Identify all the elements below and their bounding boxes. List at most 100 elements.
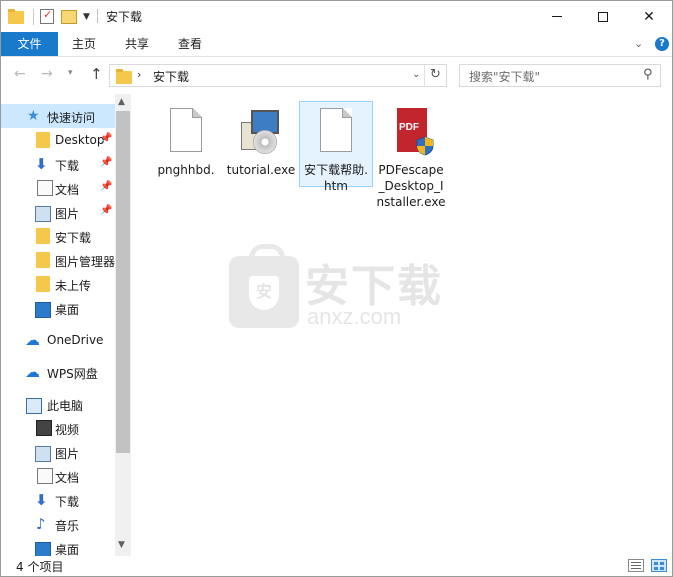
download-icon: ⬇ bbox=[35, 491, 48, 509]
item-count: 4 个项目 bbox=[16, 560, 64, 574]
file-item[interactable]: pnghhbd. bbox=[149, 104, 223, 178]
close-button[interactable]: ✕ bbox=[626, 1, 672, 32]
uac-shield-icon bbox=[416, 136, 434, 156]
new-folder-icon[interactable] bbox=[60, 8, 78, 26]
breadcrumb[interactable]: 安下载 bbox=[153, 68, 189, 85]
sidebar-item-label: OneDrive bbox=[47, 333, 104, 347]
properties-icon[interactable] bbox=[38, 8, 56, 26]
minimize-icon bbox=[552, 16, 562, 17]
folder-icon bbox=[7, 8, 25, 26]
sidebar-item-pictures-pinned[interactable]: 图片 📌 bbox=[1, 200, 115, 224]
maximize-button[interactable] bbox=[580, 1, 626, 32]
address-divider bbox=[424, 65, 425, 86]
watermark-bag-icon: 安 bbox=[229, 244, 299, 328]
ribbon-tabs: 文件 主页 共享 查看 ⌄ ? bbox=[1, 32, 672, 57]
watermark-text-en: anxz.com bbox=[307, 304, 402, 329]
sidebar-item-videos[interactable]: 视频 bbox=[1, 416, 115, 440]
pin-icon: 📌 bbox=[100, 157, 113, 168]
sidebar-item-documents[interactable]: 文档 bbox=[1, 464, 115, 488]
watermark-logo: 安 安下载 anxz.com bbox=[229, 244, 449, 336]
pin-icon: 📌 bbox=[100, 133, 113, 144]
sidebar-item-wps-cloud[interactable]: ☁ WPS网盘 bbox=[1, 360, 115, 384]
sidebar-item-label: 快速访问 bbox=[47, 111, 96, 125]
expand-ribbon-icon[interactable]: ⌄ bbox=[634, 37, 643, 50]
sidebar-item-desktop[interactable]: 桌面 bbox=[1, 296, 115, 320]
sidebar-item-downloads[interactable]: ⬇ 下载 bbox=[1, 488, 115, 512]
pdf-installer-icon: PDF bbox=[387, 108, 435, 156]
help-icon[interactable]: ? bbox=[655, 37, 669, 51]
search-placeholder: 搜索"安下载" bbox=[469, 70, 541, 84]
minimize-button[interactable] bbox=[534, 1, 580, 32]
sidebar-item-label: 未上传 bbox=[55, 279, 92, 293]
sidebar-scrollbar[interactable]: ▲ ▼ bbox=[115, 94, 131, 556]
address-bar[interactable]: › 安下载 ⌄ ↻ bbox=[109, 64, 447, 87]
search-input[interactable]: 搜索"安下载" ⚲ bbox=[459, 64, 661, 87]
chevron-down-icon[interactable]: ⌄ bbox=[412, 69, 420, 80]
chevron-right-icon[interactable]: › bbox=[137, 68, 141, 81]
sidebar-item-label: 桌面 bbox=[55, 303, 80, 317]
search-icon[interactable]: ⚲ bbox=[643, 67, 653, 82]
sidebar-item-documents-pinned[interactable]: 文档 📌 bbox=[1, 176, 115, 200]
tab-share[interactable]: 共享 bbox=[116, 32, 158, 56]
sidebar-item-picture-manager[interactable]: 图片管理器 bbox=[1, 248, 115, 272]
cloud-icon: ☁ bbox=[25, 331, 40, 349]
forward-arrow-icon[interactable]: → bbox=[41, 66, 53, 82]
desktop-icon bbox=[35, 542, 51, 556]
scroll-up-icon[interactable]: ▲ bbox=[118, 97, 125, 107]
sidebar-item-desktop-pinned[interactable]: Desktop 📌 bbox=[1, 128, 115, 152]
navigation-bar: ← → ▾ ↑ › 安下载 ⌄ ↻ 搜索"安下载" ⚲ bbox=[1, 58, 672, 94]
tab-home[interactable]: 主页 bbox=[63, 32, 105, 56]
file-item[interactable]: tutorial.exe bbox=[224, 104, 298, 178]
file-item[interactable]: PDF PDFescape_Desktop_Installer.exe bbox=[374, 104, 448, 210]
title-divider bbox=[97, 9, 98, 23]
sidebar-item-anxiazai[interactable]: 安下载 bbox=[1, 224, 115, 248]
watermark-badge: 安 bbox=[249, 276, 279, 310]
setup-exe-icon bbox=[237, 108, 285, 156]
sidebar-item-downloads-pinned[interactable]: ⬇ 下载 📌 bbox=[1, 152, 115, 176]
star-icon: ★ bbox=[27, 108, 40, 124]
sidebar-item-label: 图片 bbox=[55, 447, 80, 461]
scroll-down-icon[interactable]: ▼ bbox=[118, 540, 125, 550]
sidebar-item-label: 文档 bbox=[55, 471, 80, 485]
back-arrow-icon[interactable]: ← bbox=[14, 66, 26, 82]
pdf-icon-label: PDF bbox=[399, 122, 419, 133]
sidebar-item-label: 文档 bbox=[55, 183, 80, 197]
status-bar: 4 个项目 bbox=[1, 556, 672, 576]
picture-icon bbox=[35, 206, 51, 222]
file-item-selected[interactable]: 安下载帮助.htm bbox=[299, 101, 373, 193]
sidebar-item-desktop-pc[interactable]: 桌面 bbox=[1, 536, 115, 556]
folder-icon bbox=[35, 276, 51, 292]
sidebar-item-label: 视频 bbox=[55, 423, 80, 437]
details-view-icon[interactable] bbox=[628, 559, 644, 572]
video-icon bbox=[36, 420, 52, 436]
toolbar-divider bbox=[33, 9, 34, 25]
sidebar-item-label: 图片管理器 bbox=[55, 255, 115, 269]
sidebar-item-label: 下载 bbox=[55, 495, 80, 509]
document-icon bbox=[37, 468, 53, 484]
navigation-pane: ★ 快速访问 Desktop 📌 ⬇ 下载 📌 文档 📌 图片 📌 安下载 图片… bbox=[1, 94, 131, 556]
picture-icon bbox=[35, 446, 51, 462]
title-bar: ▼ 安下载 ✕ bbox=[1, 1, 672, 32]
sidebar-item-music[interactable]: ♪ 音乐 bbox=[1, 512, 115, 536]
sidebar-item-this-pc[interactable]: 此电脑 bbox=[1, 392, 115, 416]
customize-toolbar-icon[interactable]: ▼ bbox=[83, 12, 90, 22]
scroll-thumb[interactable] bbox=[116, 111, 130, 453]
up-arrow-icon[interactable]: ↑ bbox=[90, 65, 103, 83]
large-icons-view-icon[interactable] bbox=[651, 559, 667, 572]
sidebar-item-pictures[interactable]: 图片 bbox=[1, 440, 115, 464]
window-title: 安下载 bbox=[106, 10, 143, 24]
sidebar-item-label: WPS网盘 bbox=[47, 367, 98, 381]
quick-access-toolbar: ▼ bbox=[7, 7, 90, 27]
sidebar-item-quick-access[interactable]: ★ 快速访问 bbox=[1, 104, 115, 128]
refresh-icon[interactable]: ↻ bbox=[430, 67, 441, 82]
sidebar-item-label: 图片 bbox=[55, 207, 80, 221]
sidebar-item-onedrive[interactable]: ☁ OneDrive bbox=[1, 328, 115, 352]
sidebar-item-not-uploaded[interactable]: 未上传 bbox=[1, 272, 115, 296]
blank-file-icon bbox=[162, 108, 210, 156]
cloud-icon: ☁ bbox=[25, 363, 40, 381]
sidebar-item-label: 安下载 bbox=[55, 231, 92, 245]
sidebar-item-label: 音乐 bbox=[55, 519, 80, 533]
tab-file[interactable]: 文件 bbox=[1, 32, 58, 56]
tab-view[interactable]: 查看 bbox=[169, 32, 211, 56]
recent-locations-icon[interactable]: ▾ bbox=[68, 68, 73, 78]
